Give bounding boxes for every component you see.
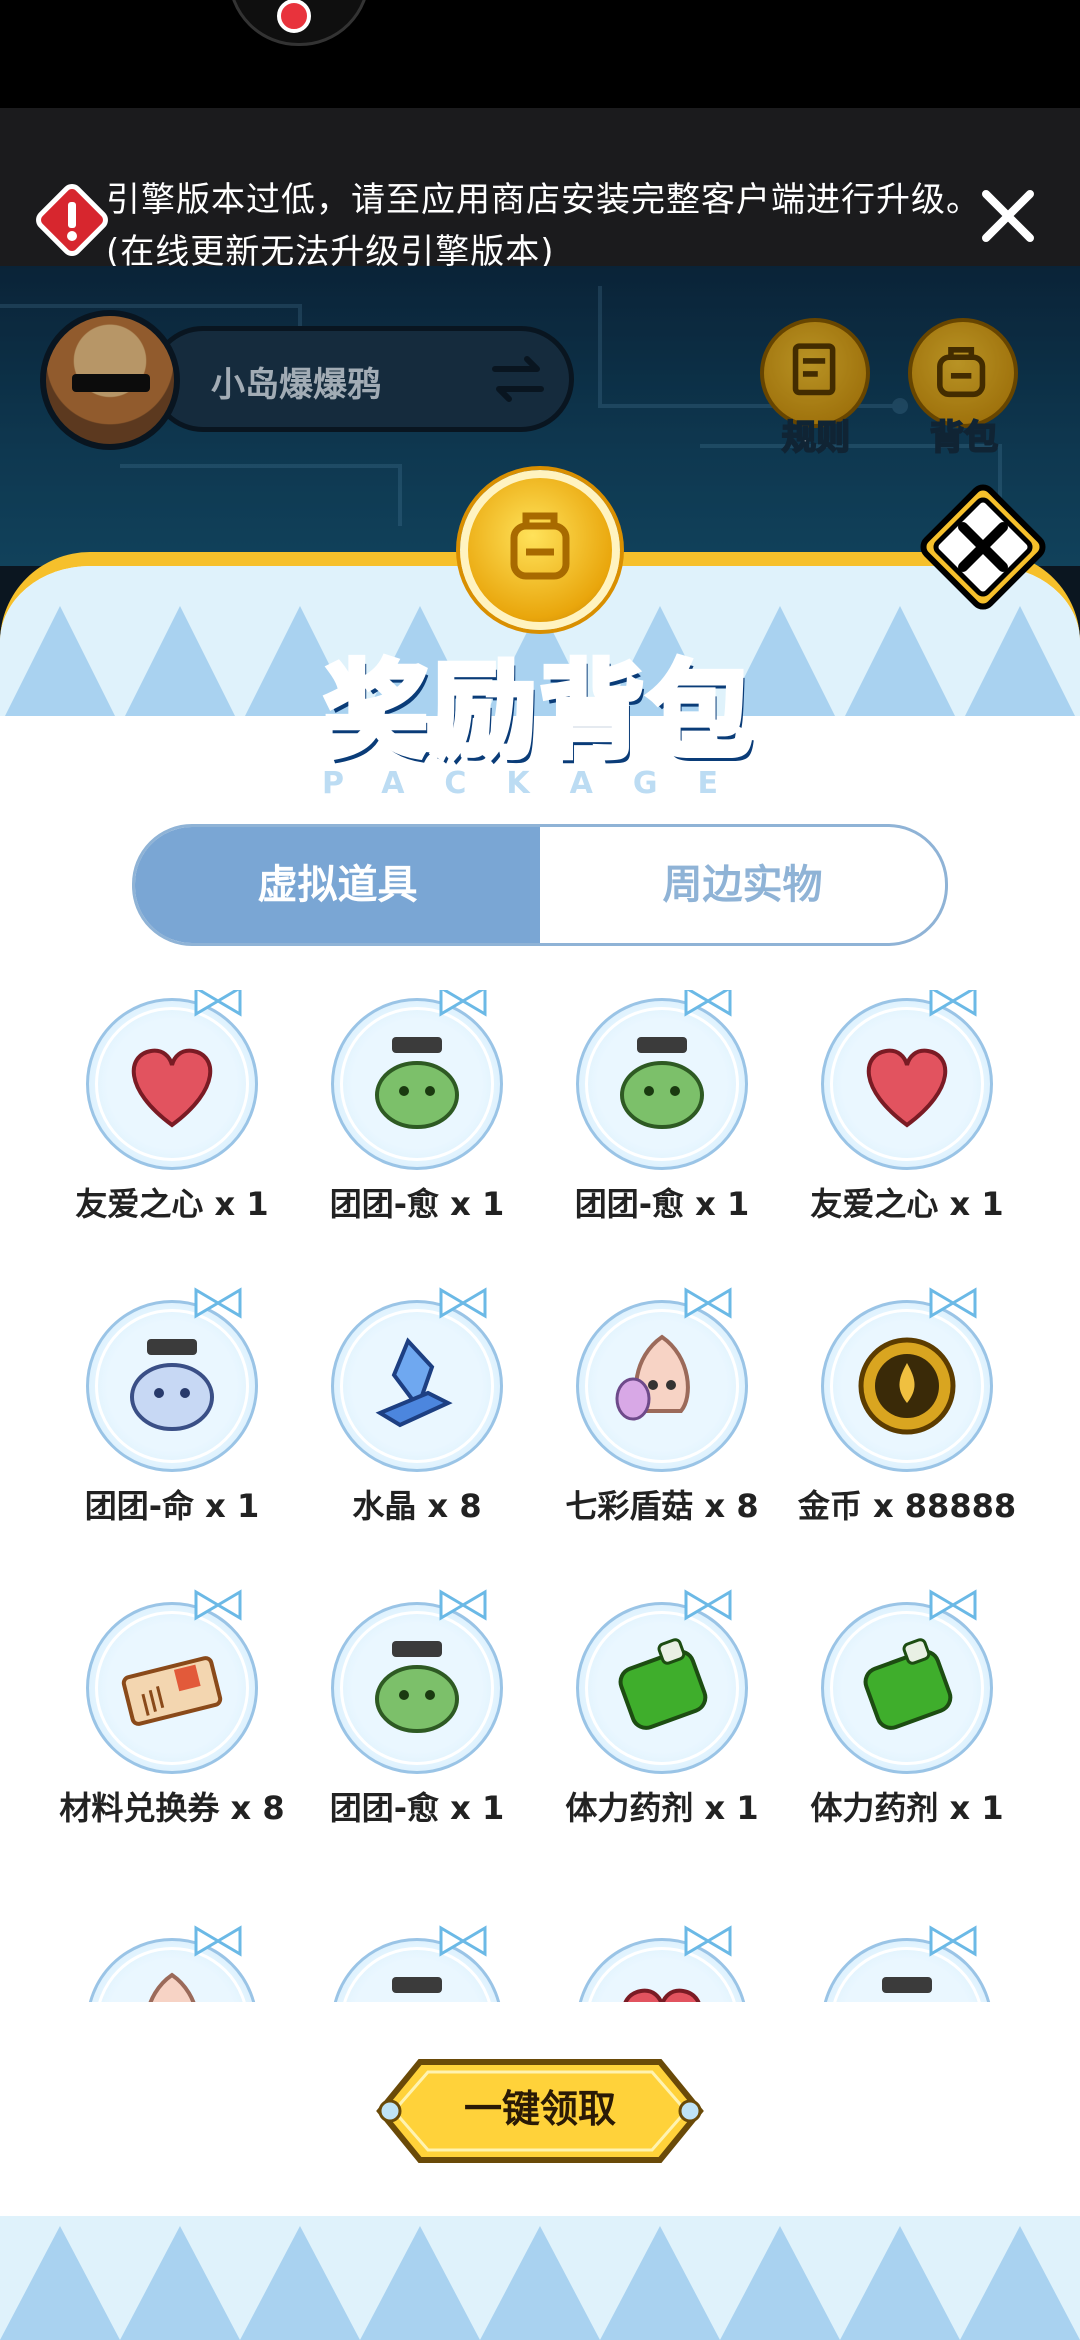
gold-coin-icon: [858, 1337, 956, 1435]
items-grid: 友爱之心 x 1 团团-愈 x 1 团团-愈 x 1 友爱之心 x 1 团团-命…: [0, 990, 1080, 2002]
banner-message: 引擎版本过低，请至应用商店安装完整客户端进行升级。(在线更新无法升级引擎版本): [106, 180, 981, 272]
banner-close-icon[interactable]: [976, 184, 1040, 248]
potion-icon: [863, 1638, 953, 1730]
panel-subtitle: PACKAGE: [321, 766, 759, 801]
item-label: 友爱之心 x 1: [810, 1185, 1004, 1223]
mascot-icon: [228, 0, 370, 46]
category-tabs: 虚拟道具 周边实物: [132, 824, 948, 946]
item-label: 体力药剂 x 1: [565, 1789, 759, 1827]
potion-icon: [618, 1638, 708, 1730]
item-label: 团团-愈 x 1: [329, 1789, 505, 1827]
crystal-icon: [375, 1337, 453, 1428]
blue-cat-icon: [882, 1977, 932, 1993]
item-label: 金币 x 88888: [797, 1487, 1017, 1525]
close-panel-icon[interactable]: [908, 472, 1058, 622]
warning-icon: [36, 184, 108, 256]
green-cat-icon: [375, 1037, 459, 1129]
item-label: 友爱之心 x 1: [75, 1185, 269, 1223]
triangle-pattern-bottom: [0, 2216, 1080, 2340]
green-cat-icon: [375, 1641, 459, 1733]
mushroom-icon: [615, 1334, 690, 1421]
item-label: 团团-愈 x 1: [329, 1185, 505, 1223]
heart-icon: [623, 1988, 701, 2002]
heart-icon: [866, 1048, 948, 1128]
top-strip: [0, 0, 1080, 108]
backpack-medal-icon: [460, 470, 620, 630]
item-label: 水晶 x 8: [352, 1487, 482, 1525]
green-cat-icon: [620, 1037, 704, 1129]
mushroom-icon: [148, 1972, 196, 2002]
green-cat-icon: [392, 1977, 442, 1993]
ticket-icon: [121, 1656, 223, 1726]
tab-virtual-items[interactable]: 虚拟道具: [135, 827, 540, 943]
tab-physical-merch[interactable]: 周边实物: [540, 827, 945, 943]
claim-all-label: 一键领取: [463, 2087, 616, 2131]
heart-icon: [131, 1048, 213, 1128]
item-label: 团团-命 x 1: [84, 1487, 260, 1525]
item-label: 七彩盾菇 x 8: [565, 1487, 759, 1525]
item-label: 团团-愈 x 1: [574, 1185, 750, 1223]
blue-cat-icon: [130, 1339, 214, 1431]
item-label: 材料兑换券 x 8: [59, 1789, 285, 1827]
update-warning-banner: 引擎版本过低，请至应用商店安装完整客户端进行升级。(在线更新无法升级引擎版本): [0, 108, 1080, 272]
panel-title: 奖励背包: [321, 647, 756, 775]
item-label: 体力药剂 x 1: [810, 1789, 1004, 1827]
